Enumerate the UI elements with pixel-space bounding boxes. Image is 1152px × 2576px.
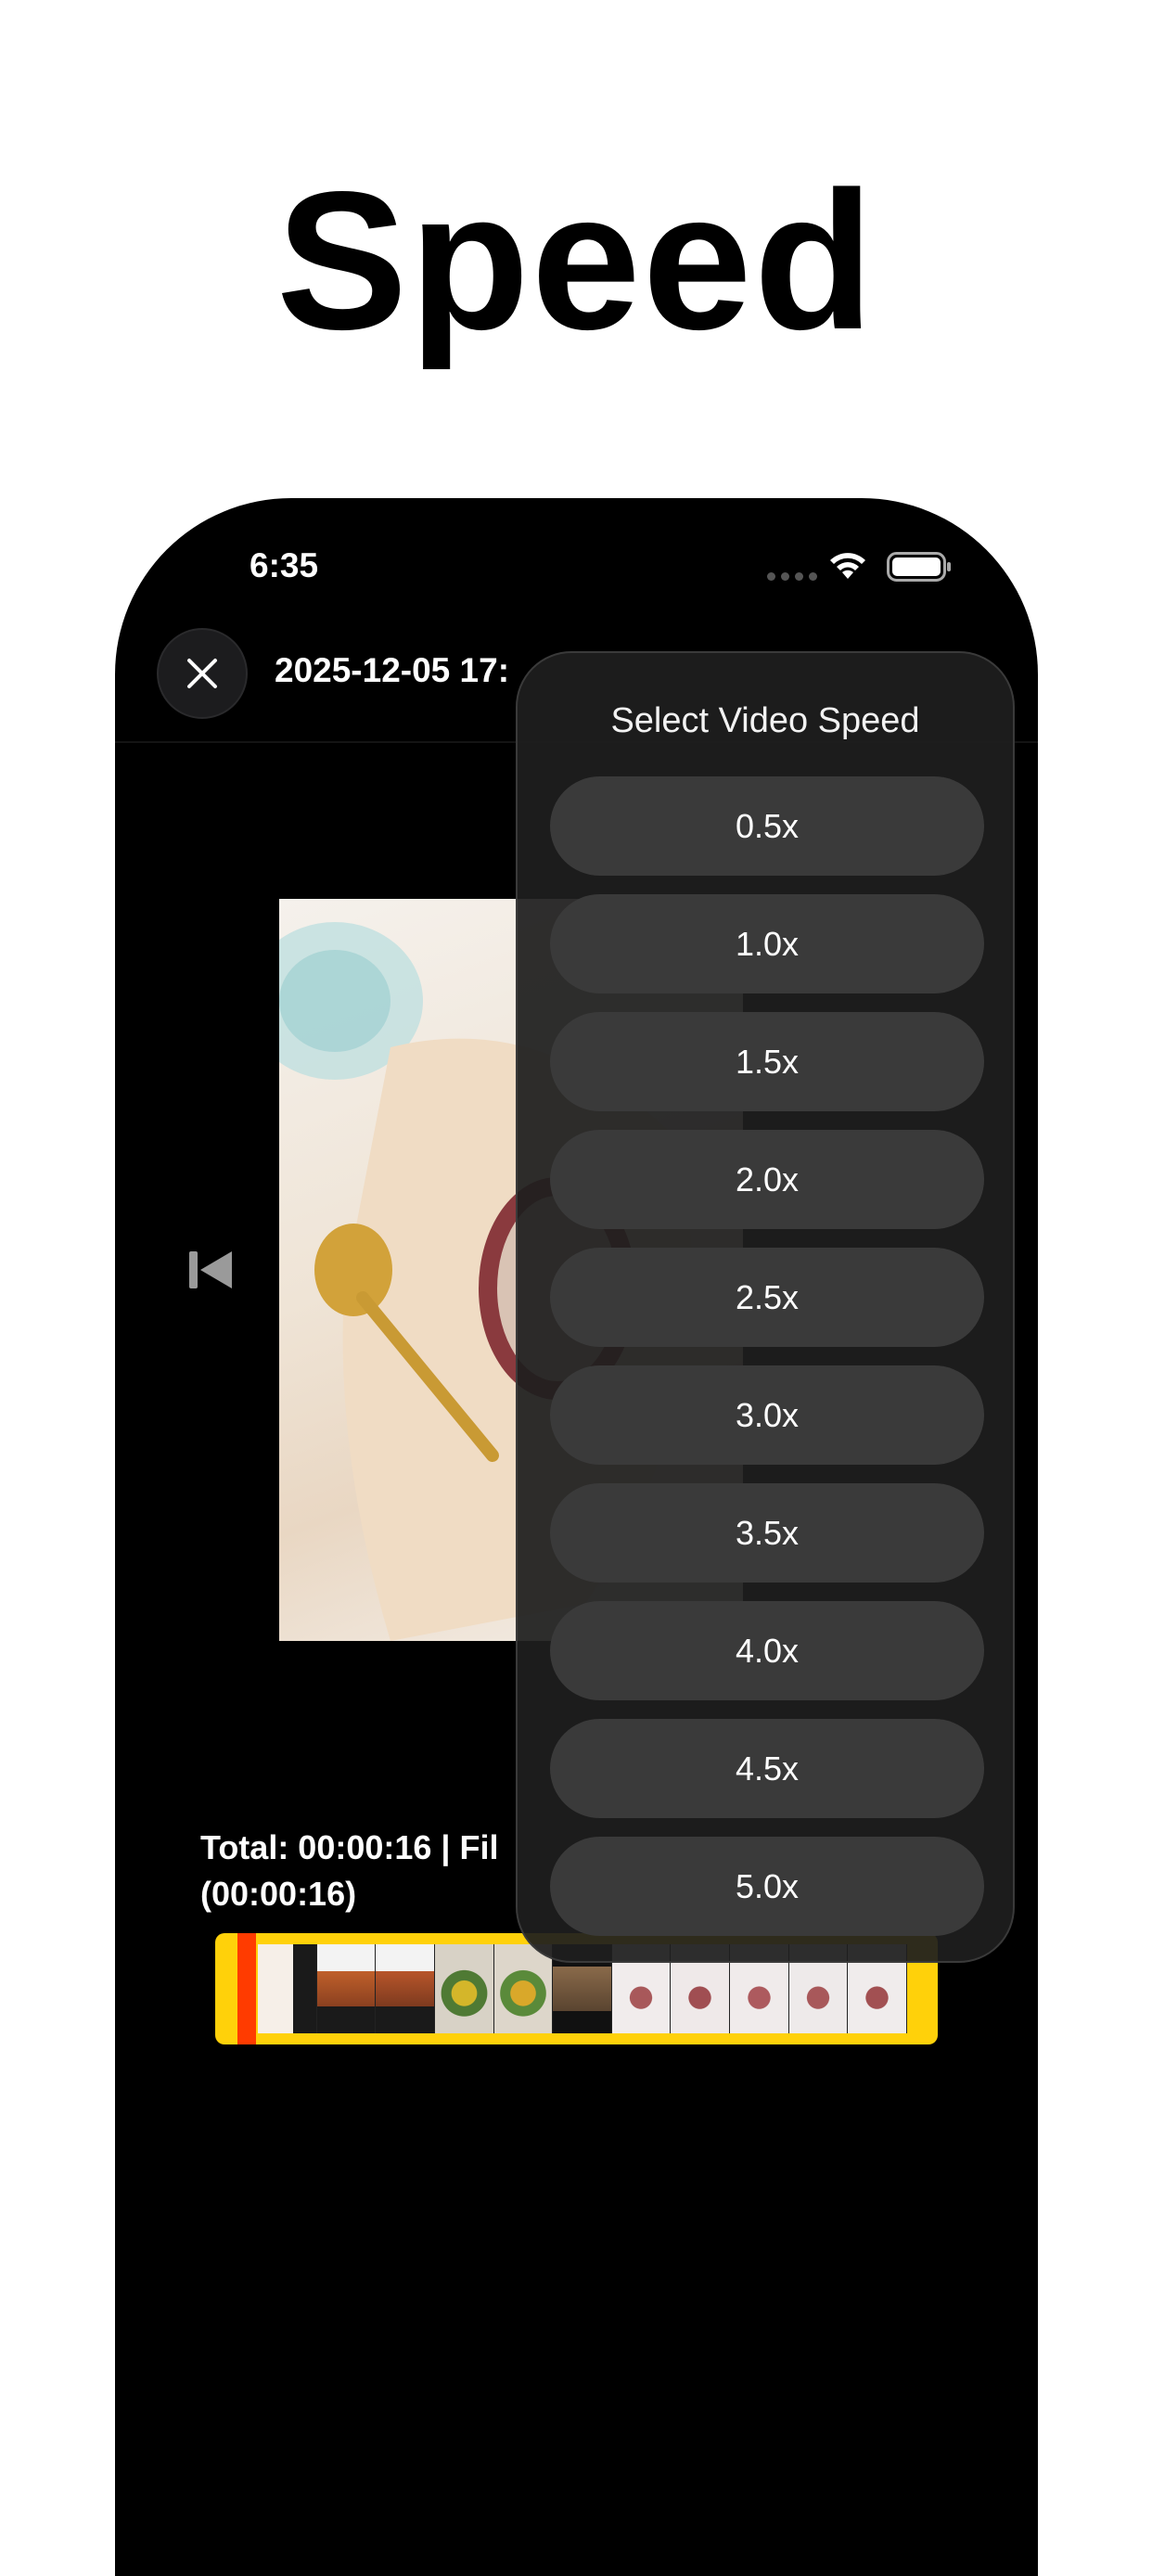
timeline-thumbnail: [434, 1944, 494, 2033]
timeline-thumbnail: [493, 1944, 554, 2033]
speed-option-3-5x[interactable]: 3.5x: [550, 1483, 984, 1583]
speed-options-list: 0.5x 1.0x 1.5x 2.0x 2.5x 3.0x 3.5x 4.0x …: [550, 776, 984, 1954]
video-title: 2025-12-05 17:: [275, 651, 510, 689]
wifi-icon: [830, 553, 865, 579]
speed-option-1-0x[interactable]: 1.0x: [550, 894, 984, 993]
speed-option-5-0x[interactable]: 5.0x: [550, 1837, 984, 1936]
close-icon: [187, 659, 217, 688]
speed-option-4-0x[interactable]: 4.0x: [550, 1601, 984, 1700]
cellular-signal-icon: [767, 572, 817, 581]
status-time: 6:35: [250, 546, 319, 584]
speed-option-1-5x[interactable]: 1.5x: [550, 1012, 984, 1111]
battery-icon: [887, 552, 951, 582]
speed-picker-menu: Select Video Speed 0.5x 1.0x 1.5x 2.0x 2…: [516, 651, 1015, 1963]
page-headline: Speed: [275, 150, 877, 370]
skip-previous-icon[interactable]: [187, 1248, 236, 1292]
speed-option-2-0x[interactable]: 2.0x: [550, 1130, 984, 1229]
timeline-thumbnail: [258, 1944, 317, 2033]
speed-option-4-5x[interactable]: 4.5x: [550, 1719, 984, 1818]
speed-option-0-5x[interactable]: 0.5x: [550, 776, 984, 876]
close-button[interactable]: [157, 628, 248, 719]
speed-menu-title: Select Video Speed: [610, 701, 920, 740]
speed-option-3-0x[interactable]: 3.0x: [550, 1365, 984, 1465]
timeline-handle[interactable]: [237, 1933, 256, 2044]
timeline-thumbnail: [316, 1944, 377, 2033]
timeline-thumbnail: [376, 1944, 435, 2033]
speed-option-2-5x[interactable]: 2.5x: [550, 1248, 984, 1347]
